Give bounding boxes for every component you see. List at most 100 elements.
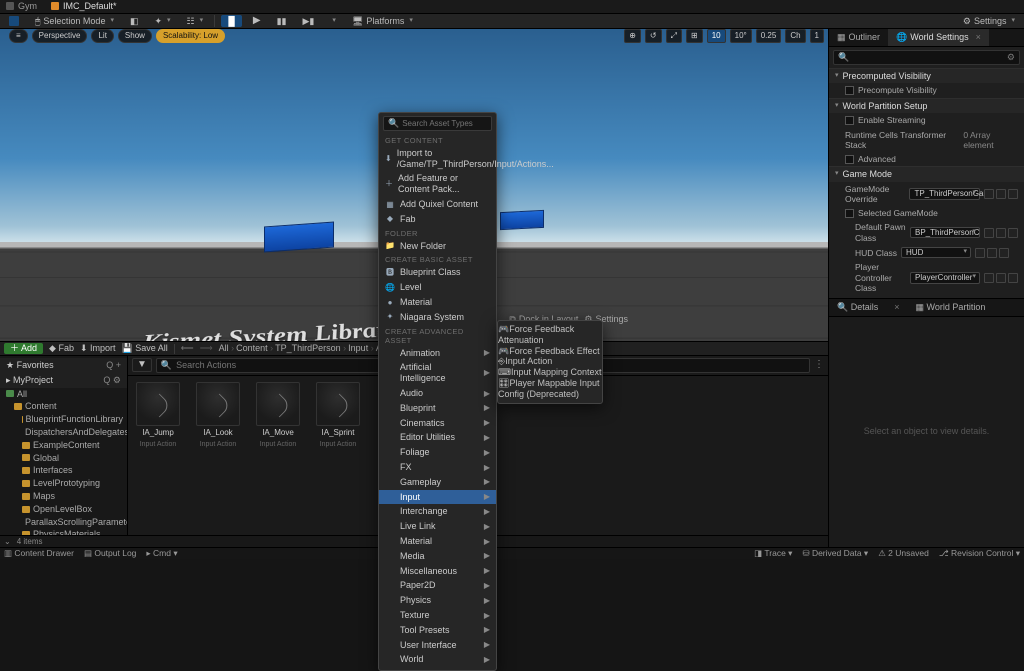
setting-checkbox[interactable]	[845, 209, 854, 218]
cb-fwd[interactable]: ⟶	[200, 343, 213, 354]
asset-tile[interactable]: IA_JumpInput Action	[134, 382, 182, 529]
ctx-item[interactable]: Input▶	[379, 490, 496, 505]
step-button[interactable]: ▶▮	[298, 15, 320, 28]
vp-grid-snap[interactable]: 10	[707, 29, 726, 43]
vp-scale-snap[interactable]: 0.25	[756, 29, 782, 43]
ctx-item[interactable]: Animation▶	[379, 346, 496, 361]
tree-node[interactable]: Content	[0, 400, 127, 413]
filter-icon[interactable]: ⚙	[1007, 52, 1015, 63]
play-button[interactable]: ▶	[248, 14, 266, 28]
breadcrumb-segment[interactable]: Content	[236, 343, 273, 354]
tree-node[interactable]: Global	[0, 452, 127, 465]
ctx-sub-item[interactable]: ⌨Input Mapping Context	[498, 367, 602, 378]
vp-menu[interactable]: ≡	[9, 29, 28, 43]
tab-details[interactable]: 🔍 Details	[829, 299, 886, 316]
ctx-sub-item[interactable]: 🎮Force Feedback Effect	[498, 346, 602, 357]
vp-perspective[interactable]: Perspective	[32, 29, 88, 43]
section-header[interactable]: World Partition Setup	[829, 99, 1024, 114]
ctx-sub-item[interactable]: 🎛Player Mappable Input Config (Deprecate…	[498, 378, 602, 400]
tree-node[interactable]: PhysicsMaterials	[0, 528, 127, 535]
ctx-item[interactable]: Editor Utilities▶	[379, 430, 496, 445]
vp-cam-speed[interactable]: Ch	[785, 29, 805, 43]
ctx-item[interactable]: Gameplay▶	[379, 475, 496, 490]
vp-tool-4[interactable]: ⊞	[686, 29, 703, 43]
tree-node[interactable]: Maps	[0, 490, 127, 503]
cmd-input[interactable]: ▸ Cmd ▾	[146, 548, 177, 558]
ctx-item[interactable]: Physics▶	[379, 593, 496, 608]
ctx-sub-item[interactable]: ⎆Input Action	[498, 356, 602, 367]
asset-tile[interactable]: IA_SprintInput Action	[314, 382, 362, 529]
ctx-item[interactable]: Blueprint▶	[379, 401, 496, 416]
ctx-search-input[interactable]	[402, 119, 512, 128]
tree-node[interactable]: Interfaces	[0, 464, 127, 477]
content-drawer-button[interactable]: ▥ Content Drawer	[4, 548, 74, 558]
cb-back[interactable]: ⟵	[181, 343, 194, 354]
ctx-item[interactable]: ●Material	[379, 295, 496, 310]
vp-angle-snap[interactable]: 10°	[730, 29, 752, 43]
setting-checkbox[interactable]	[845, 86, 854, 95]
vp-tool-2[interactable]: ↺	[645, 29, 662, 43]
vp-show[interactable]: Show	[118, 29, 152, 43]
section-header[interactable]: Game Mode	[829, 167, 1024, 182]
revision-control[interactable]: ⎇ Revision Control ▾	[939, 548, 1020, 558]
ctx-item[interactable]: Tool Presets▶	[379, 623, 496, 638]
setting-value[interactable]: 0 Array element	[963, 130, 1018, 150]
tab-imc-default[interactable]: IMC_Default*	[51, 1, 117, 12]
ctx-item[interactable]: Live Link▶	[379, 519, 496, 534]
tree-all[interactable]: All	[0, 388, 127, 401]
tree-node[interactable]: LevelPrototyping	[0, 477, 127, 490]
derived-data[interactable]: ⛁ Derived Data ▾	[802, 548, 868, 558]
tree-node[interactable]: ExampleContent	[0, 439, 127, 452]
ctx-item[interactable]: 📁New Folder	[379, 239, 496, 254]
cb-import[interactable]: ⬇ Import	[80, 343, 116, 354]
output-log-button[interactable]: ▤ Output Log	[84, 548, 136, 558]
tree-node[interactable]: DispatchersAndDelegates	[0, 426, 127, 439]
ctx-item[interactable]: World▶	[379, 652, 496, 667]
cb-collapse[interactable]: ⌄	[4, 537, 11, 547]
ctx-item[interactable]: ✦Niagara System	[379, 310, 496, 325]
unsaved-indicator[interactable]: ⚠ 2 Unsaved	[878, 548, 929, 558]
setting-checkbox[interactable]	[845, 116, 854, 125]
setting-extra-buttons[interactable]	[984, 189, 1018, 199]
ctx-item[interactable]: Interchange▶	[379, 504, 496, 519]
ctx-item[interactable]: User Interface▶	[379, 638, 496, 653]
pause-button[interactable]: ▮▮	[272, 15, 292, 28]
ctx-item[interactable]: Audio▶	[379, 386, 496, 401]
vp-tool-1[interactable]: ⊕	[624, 29, 641, 43]
platforms-menu[interactable]: 🖥 Platforms	[347, 15, 418, 28]
trace-menu[interactable]: ◨ Trace ▾	[754, 548, 792, 558]
setting-checkbox[interactable]	[845, 155, 854, 164]
setting-combo[interactable]: PlayerController	[910, 272, 980, 284]
tab-gym[interactable]: Gym	[6, 1, 37, 12]
ctx-item[interactable]: Foliage▶	[379, 445, 496, 460]
ctx-item[interactable]: Material▶	[379, 534, 496, 549]
ctx-item[interactable]: Artificial Intelligence▶	[379, 360, 496, 386]
ctx-item[interactable]: Paper2D▶	[379, 578, 496, 593]
ctx-item[interactable]: ⬇Import to /Game/TP_ThirdPerson/Input/Ac…	[379, 146, 496, 172]
cb-filter-button[interactable]: ▼	[132, 358, 152, 372]
cb-view-opts[interactable]: ⋮	[814, 359, 824, 371]
toolbar-icon-3[interactable]: ☷	[182, 15, 209, 28]
tab-outliner[interactable]: ▦ Outliner	[829, 29, 888, 46]
breadcrumb-segment[interactable]: Input	[348, 343, 374, 354]
setting-combo[interactable]: BP_ThirdPersonC	[910, 227, 980, 239]
ctx-item[interactable]: 🅱Blueprint Class	[379, 265, 496, 280]
setting-combo[interactable]: TP_ThirdPersonGa	[909, 188, 980, 200]
tab-details-close[interactable]: ×	[886, 299, 907, 316]
breadcrumb-segment[interactable]: TP_ThirdPerson	[275, 343, 346, 354]
vp-cam-val[interactable]: 1	[810, 29, 824, 43]
tab-world-settings[interactable]: 🌐 World Settings ×	[888, 29, 989, 46]
ctx-item[interactable]: ▦Add Quixel Content	[379, 197, 496, 212]
ctx-item[interactable]: Cinematics▶	[379, 416, 496, 431]
settings-menu[interactable]: ⚙ Settings	[958, 15, 1020, 28]
cb-add-button[interactable]: ＋Add	[4, 343, 43, 354]
setting-extra-buttons[interactable]	[984, 273, 1018, 283]
tree-node[interactable]: BlueprintFunctionLibrary	[0, 413, 127, 426]
vp-tool-3[interactable]: ⤢	[666, 29, 682, 43]
breadcrumb-segment[interactable]: All	[219, 343, 235, 354]
cb-fab[interactable]: ◆ Fab	[49, 343, 74, 354]
setting-extra-buttons[interactable]	[975, 248, 1009, 258]
vp-lit[interactable]: Lit	[91, 29, 113, 43]
save-button[interactable]	[4, 15, 24, 27]
setting-extra-buttons[interactable]	[984, 228, 1018, 238]
